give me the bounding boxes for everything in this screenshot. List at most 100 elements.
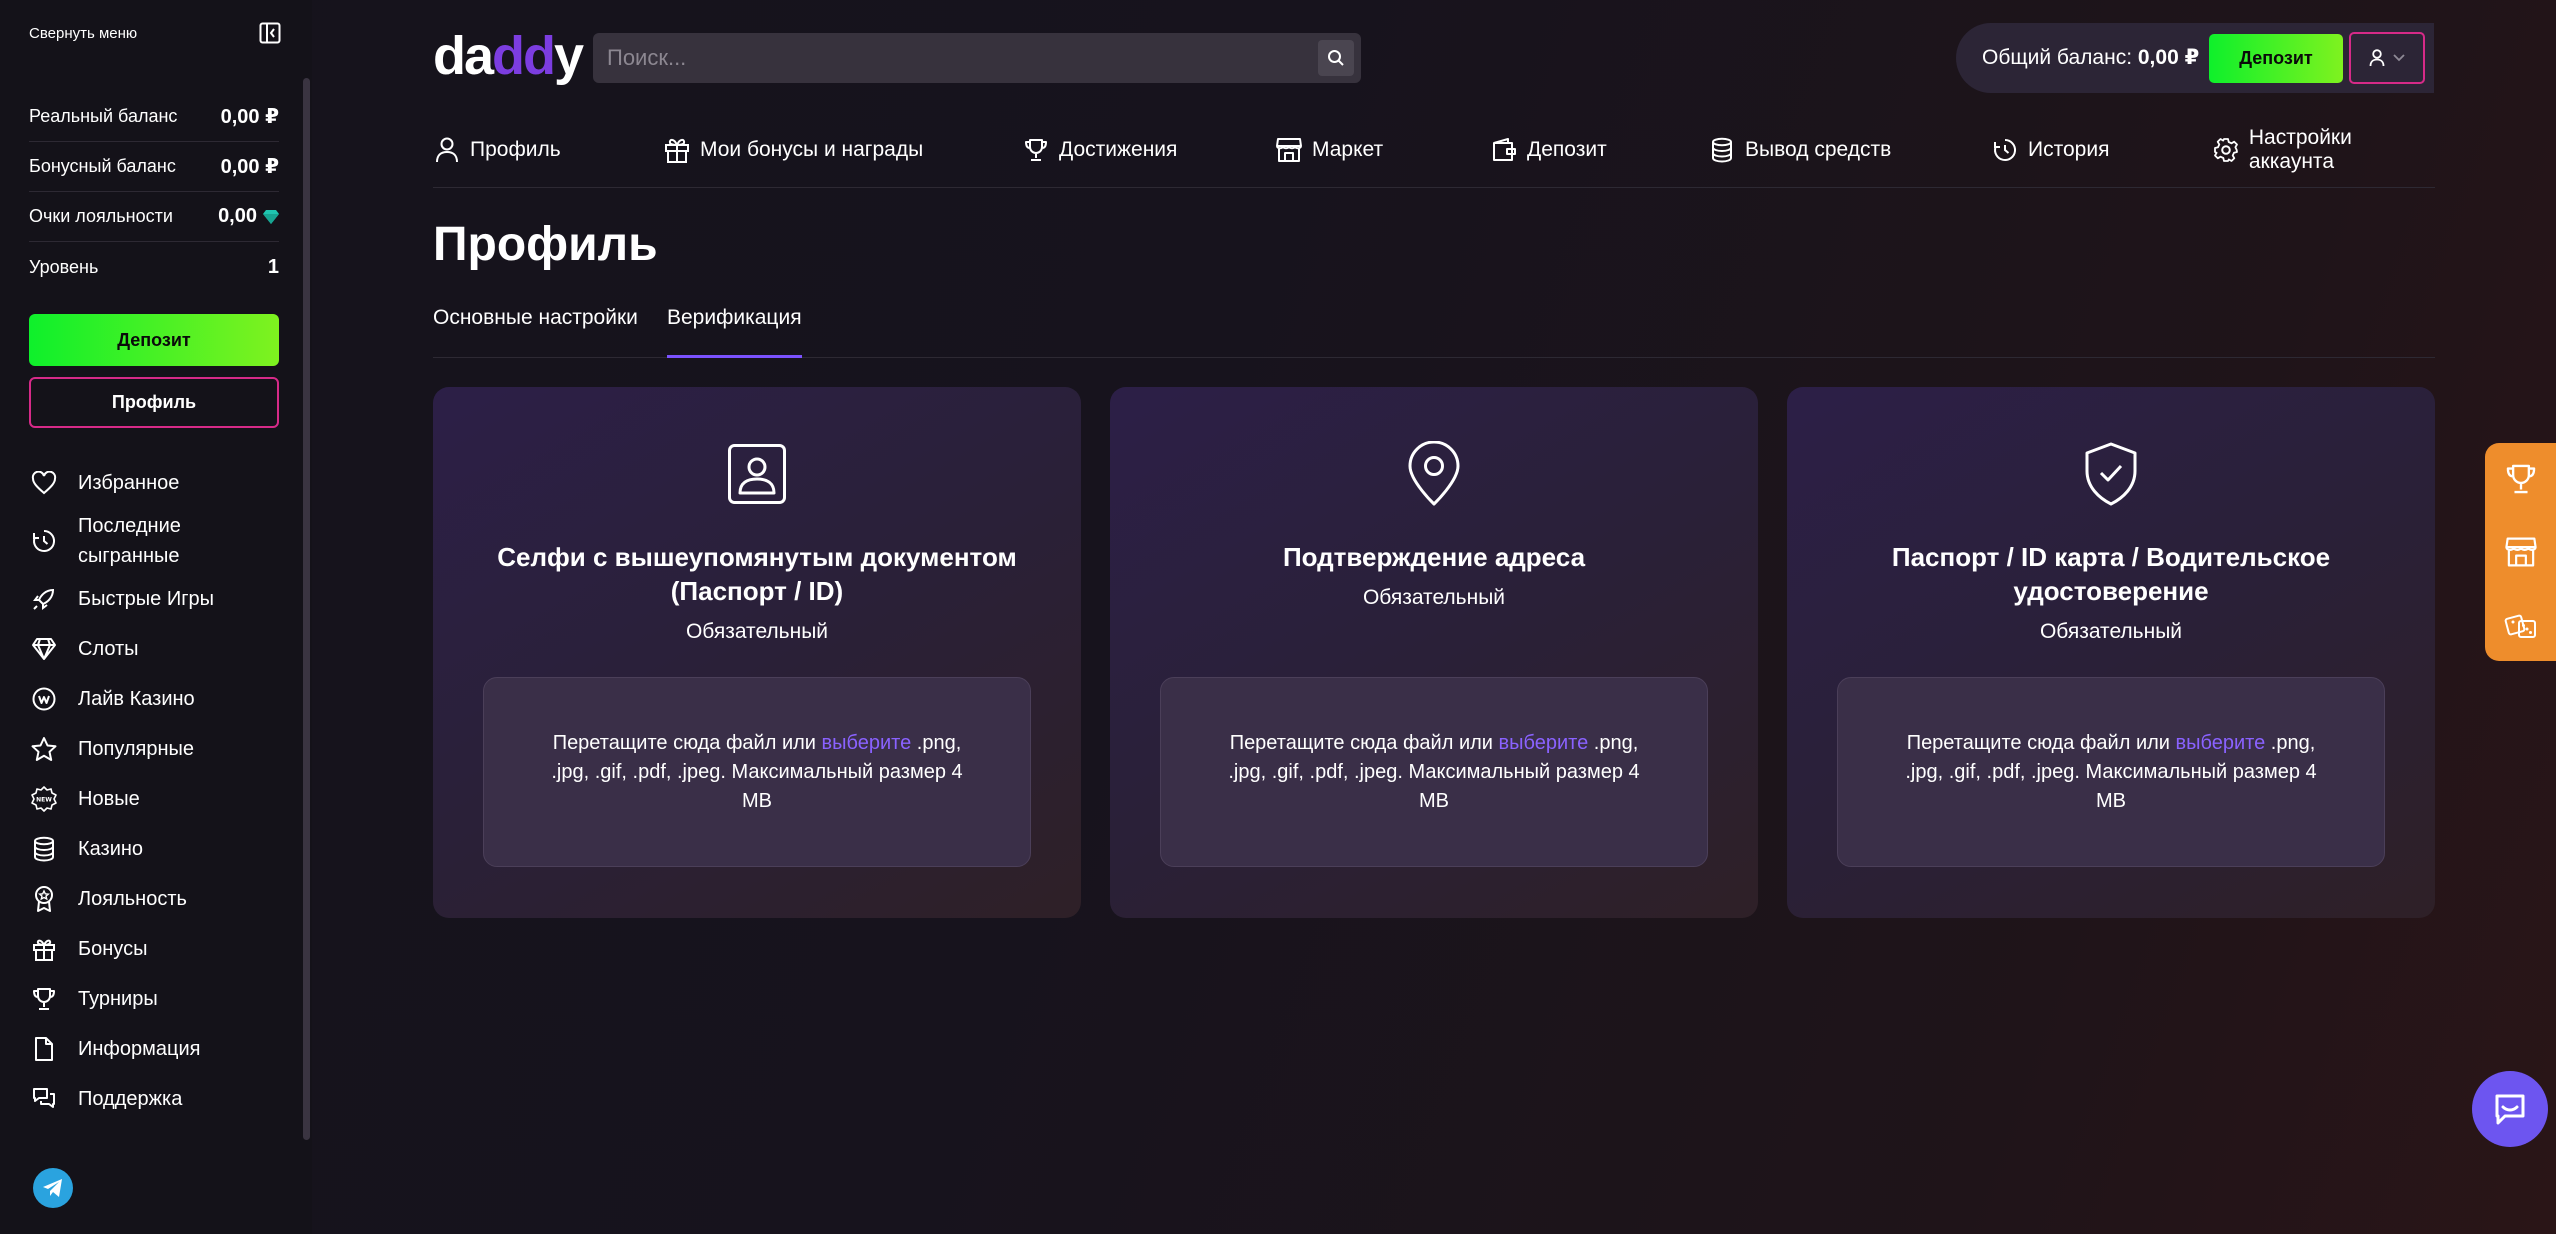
quick-tournaments-button[interactable] (2485, 443, 2556, 515)
tab-market[interactable]: Маркет (1275, 132, 1383, 168)
stat-value: 0,00 (218, 205, 257, 227)
tab-account-settings[interactable]: Настройки аккаунта (2213, 126, 2435, 173)
choose-file-link[interactable]: выберите (2176, 732, 2266, 754)
dice-icon (2504, 614, 2536, 638)
verification-cards: Селфи с вышеупомянутым документом (Паспо… (433, 387, 2435, 918)
sidebar-item-bonuses[interactable]: Бонусы (29, 924, 289, 974)
stat-label: Уровень (29, 256, 99, 277)
tab-verification[interactable]: Верификация (667, 298, 802, 358)
support-chat-button[interactable] (2472, 1071, 2548, 1147)
quick-shop-button[interactable] (2485, 516, 2556, 588)
sidebar-item-slots[interactable]: Слоты (29, 624, 289, 674)
card-title: Селфи с вышеупомянутым документом (Паспо… (497, 542, 1017, 606)
file-dropzone[interactable]: Перетащите сюда файл или выберите .png, … (1160, 677, 1708, 867)
balance-stats: Реальный баланс 0,00 ₽ Бонусный баланс 0… (29, 92, 279, 292)
page-title: Профиль (433, 218, 658, 271)
stat-bonus-balance: Бонусный баланс 0,00 ₽ (29, 142, 279, 192)
sidebar-item-new[interactable]: NEW Новые (29, 774, 289, 824)
live-casino-icon (29, 684, 59, 714)
telegram-icon (43, 1179, 62, 1197)
dropzone-text: Перетащите сюда файл или выберите .png, … (537, 729, 977, 816)
stat-value: 1 (267, 255, 279, 278)
sidebar-profile-button[interactable]: Профиль (29, 377, 279, 428)
chat-icon (2495, 1094, 2525, 1125)
collapse-menu-row[interactable]: Свернуть меню (29, 20, 281, 46)
coins-icon (29, 834, 59, 864)
medal-icon (29, 884, 59, 914)
sidebar-item-popular[interactable]: Популярные (29, 724, 289, 774)
gear-icon (2213, 136, 2240, 164)
gift-icon (29, 934, 59, 964)
sidebar-item-label: Новые (78, 788, 140, 810)
verification-card-identity: Паспорт / ID карта / Водительское удосто… (1787, 387, 2435, 918)
tab-achievements[interactable]: Достижения (1022, 132, 1177, 168)
sidebar-item-label: Лайв Казино (78, 688, 195, 710)
sidebar-item-label: Избранное (78, 472, 180, 494)
heart-icon (29, 468, 59, 498)
card-required-label: Обязательный (2039, 620, 2183, 643)
chevron-down-icon (2393, 54, 2405, 62)
recent-clock-icon (29, 526, 59, 556)
tab-history[interactable]: История (1991, 132, 2109, 168)
sidebar-item-recent[interactable]: Последние сыгранные (29, 508, 289, 574)
sidebar-item-casino[interactable]: Казино (29, 824, 289, 874)
sidebar-item-label: Поддержка (78, 1088, 183, 1110)
logo-text-part: y (554, 26, 584, 86)
tab-label: Настройки аккаунта (2248, 126, 2352, 173)
tab-label: Депозит (1527, 138, 1607, 161)
shop-icon (1275, 136, 1303, 164)
search-input[interactable] (607, 45, 1257, 71)
quick-games-button[interactable] (2485, 589, 2556, 661)
daddy-logo[interactable]: da dd y (433, 26, 584, 86)
sidebar-item-label: Популярные (78, 738, 195, 760)
sidebar-item-loyalty[interactable]: Лояльность (29, 874, 289, 924)
tab-profile[interactable]: Профиль (433, 132, 561, 168)
sidebar-item-label: Турниры (78, 988, 158, 1010)
sidebar-item-info[interactable]: Информация (29, 1024, 289, 1074)
star-icon (29, 734, 59, 764)
sidebar-nav: Избранное Последние сыгранные Быстрые Иг… (29, 458, 289, 1124)
user-menu-button[interactable] (2349, 32, 2425, 84)
sidebar-item-label: Информация (78, 1038, 201, 1060)
tab-bonuses-rewards[interactable]: Мои бонусы и награды (663, 132, 923, 168)
sidebar-item-support[interactable]: Поддержка (29, 1074, 289, 1124)
telegram-button[interactable] (33, 1168, 73, 1208)
file-dropzone[interactable]: Перетащите сюда файл или выберите .png, … (1837, 677, 2385, 867)
logo-text-accent: dd (492, 26, 556, 86)
sidebar-item-label: Последние сыгранные (78, 515, 181, 567)
dropzone-text-before: Перетащите сюда файл или (1906, 731, 2176, 754)
tab-withdraw[interactable]: Вывод средств (1708, 132, 1891, 168)
card-required-label: Обязательный (1362, 586, 1506, 609)
header-deposit-button[interactable]: Депозит (2209, 34, 2343, 83)
tab-label: Мои бонусы и награды (700, 138, 924, 161)
sidebar-deposit-button[interactable]: Депозит (29, 314, 279, 366)
choose-file-link[interactable]: выберите (1499, 732, 1589, 754)
search-button[interactable] (1318, 40, 1354, 76)
stat-value: 0,00 ₽ (220, 156, 279, 178)
tab-deposit[interactable]: Депозит (1490, 132, 1607, 168)
sidebar-scrollbar[interactable] (303, 78, 310, 1140)
card-title: Паспорт / ID карта / Водительское удосто… (1891, 542, 2331, 606)
sidebar-item-favorites[interactable]: Избранное (29, 458, 289, 508)
sidebar-item-live-casino[interactable]: Лайв Казино (29, 674, 289, 724)
tab-label: Маркет (1312, 138, 1384, 161)
user-icon (433, 136, 461, 164)
stat-loyalty-points: Очки лояльности 0,00 (29, 192, 279, 242)
collapse-sidebar-icon[interactable] (259, 22, 281, 44)
trophy-icon (2506, 464, 2535, 494)
file-dropzone[interactable]: Перетащите сюда файл или выберите .png, … (483, 677, 1031, 867)
sidebar-item-tournaments[interactable]: Турниры (29, 974, 289, 1024)
shield-check-icon (2080, 441, 2142, 507)
sidebar-item-fast-games[interactable]: Быстрые Игры (29, 574, 289, 624)
choose-file-link[interactable]: выберите (822, 732, 912, 754)
tab-label: История (2028, 138, 2110, 161)
dropzone-text-before: Перетащите сюда файл или (1229, 731, 1499, 754)
dropzone-text-before: Перетащите сюда файл или (552, 731, 822, 754)
stat-real-balance: Реальный баланс 0,00 ₽ (29, 92, 279, 142)
tab-label: Профиль (470, 138, 561, 161)
tab-basic-settings[interactable]: Основные настройки (433, 298, 638, 358)
id-selfie-icon (726, 441, 788, 507)
trophy-icon (1022, 136, 1050, 164)
sidebar-item-label: Слоты (78, 638, 139, 660)
gem-icon (263, 209, 279, 224)
